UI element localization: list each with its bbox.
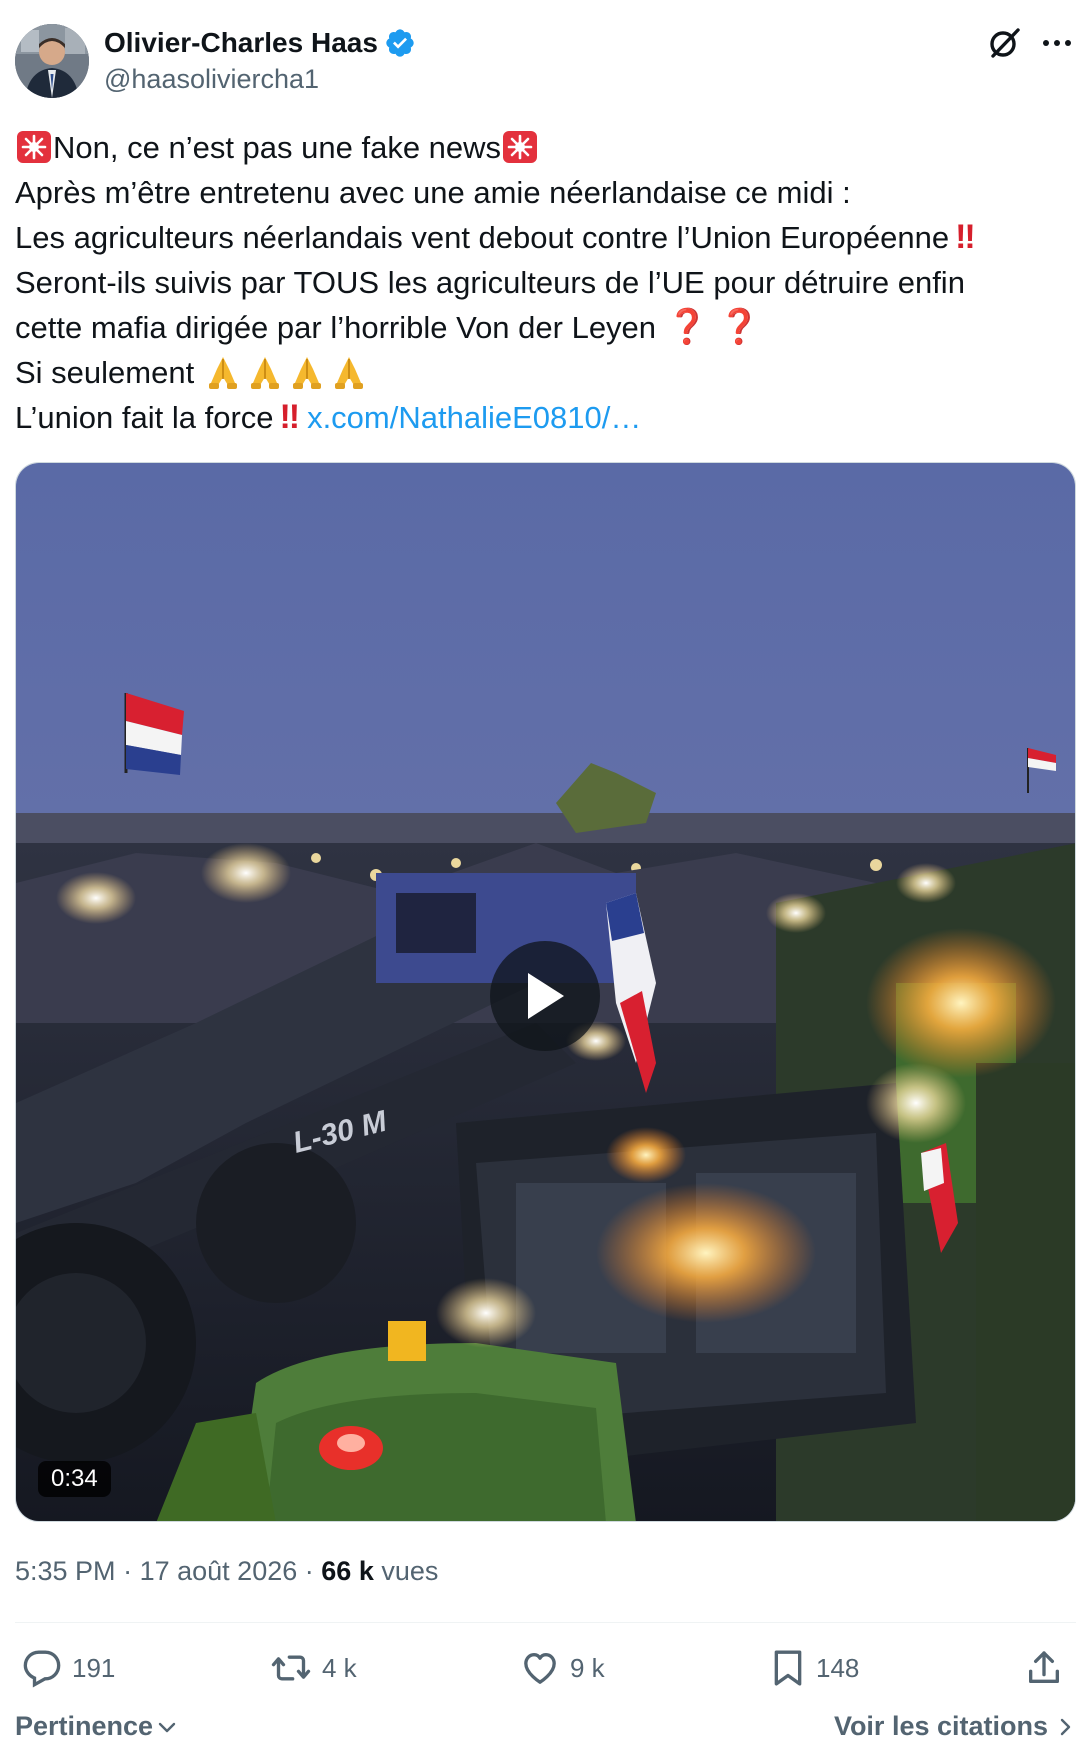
tweet-line-4: Seront-ils suivis par TOUS les agriculte… [15,265,965,300]
reply-button[interactable]: 191 [22,1646,115,1690]
repost-count: 4 k [322,1652,357,1683]
folded-hands-emoji [245,353,285,391]
play-icon [528,973,564,1019]
tweet-line-3-text: Les agriculteurs néerlandais vent debout… [15,220,950,255]
author-display-name[interactable]: Olivier-Charles Haas [104,27,378,59]
tweet-time[interactable]: 5:35 PM [15,1556,116,1586]
folded-hands-emoji [287,353,327,391]
tweet-link[interactable]: x.com/NathalieE0810/… [307,400,641,435]
bookmark-count: 148 [816,1652,860,1683]
views-count: 66 k [321,1556,374,1586]
tweet-line-3: Les agriculteurs néerlandais vent debout… [15,215,1075,260]
like-count: 9 k [570,1652,605,1683]
tweet-line-2: Après m’être entretenu avec une amie née… [15,175,851,210]
sort-dropdown[interactable]: Pertinence [15,1711,179,1742]
view-quotes-link[interactable]: Voir les citations [834,1711,1076,1742]
video-player[interactable]: L-30 M 0:34 [15,462,1076,1522]
red-question-emoji: ❓ [718,308,761,346]
author-handle[interactable]: @haasoliviercha1 [104,64,319,95]
verified-badge-icon[interactable] [384,27,416,59]
reply-count: 191 [72,1652,116,1683]
tweet-line-6-text: Si seulement [15,355,195,390]
tweet-date[interactable]: 17 août 2026 [140,1556,298,1586]
reply-icon [23,1650,61,1688]
tweet-line-7-text: L’union fait la force [15,400,274,435]
tweet-text: Non, ce n’est pas une fake news Après m’… [15,125,1075,440]
tweet-line-1: Non, ce n’est pas une fake news [15,125,1075,170]
chevron-down-icon [158,1722,176,1732]
like-icon [524,1653,556,1684]
like-button[interactable]: 9 k [520,1646,605,1690]
author-name-row[interactable]: Olivier-Charles Haas [104,26,416,60]
meta-separator: · [304,1556,314,1586]
folded-hands-emoji [203,353,243,391]
share-button[interactable] [1024,1646,1064,1690]
double-exclamation-emoji: ‼ [955,218,975,256]
repost-icon [271,1655,311,1681]
red-question-emoji: ❓ [666,308,709,346]
tweet-line-6: Si seulement [15,350,1075,395]
tweet: Olivier-Charles Haas @haasoliviercha1 No… [0,0,1091,1764]
share-icon [1029,1651,1059,1683]
chevron-right-icon [1060,1718,1071,1735]
folded-hands-emoji [329,353,369,391]
tweet-meta: 5:35 PM · 17 août 2026 · 66 k vues [15,1556,438,1587]
view-quotes-label: Voir les citations [833,1711,1048,1741]
bookmark-button[interactable]: 148 [770,1646,859,1690]
grok-icon[interactable] [986,24,1024,62]
rotating-light-emoji [501,130,539,164]
tweet-line-5: cette mafia dirigée par l’horrible Von d… [15,305,1075,350]
tweet-line-7: L’union fait la force ‼ x.com/NathalieE081… [15,395,1075,440]
play-button[interactable] [490,941,600,1051]
double-exclamation-emoji: ‼ [279,398,300,436]
views-label: vues [381,1556,439,1586]
rotating-light-emoji [15,130,53,164]
more-icon[interactable] [1038,24,1076,62]
bookmark-icon [774,1650,802,1686]
avatar[interactable] [15,24,89,98]
meta-separator: · [123,1556,133,1586]
tweet-line-5-text: cette mafia dirigée par l’horrible Von d… [15,310,657,345]
divider [15,1622,1076,1623]
tweet-line-1-text: Non, ce n’est pas une fake news [53,130,502,165]
repost-button[interactable]: 4 k [270,1646,357,1690]
video-duration: 0:34 [38,1461,111,1497]
sort-label: Pertinence [15,1711,154,1741]
